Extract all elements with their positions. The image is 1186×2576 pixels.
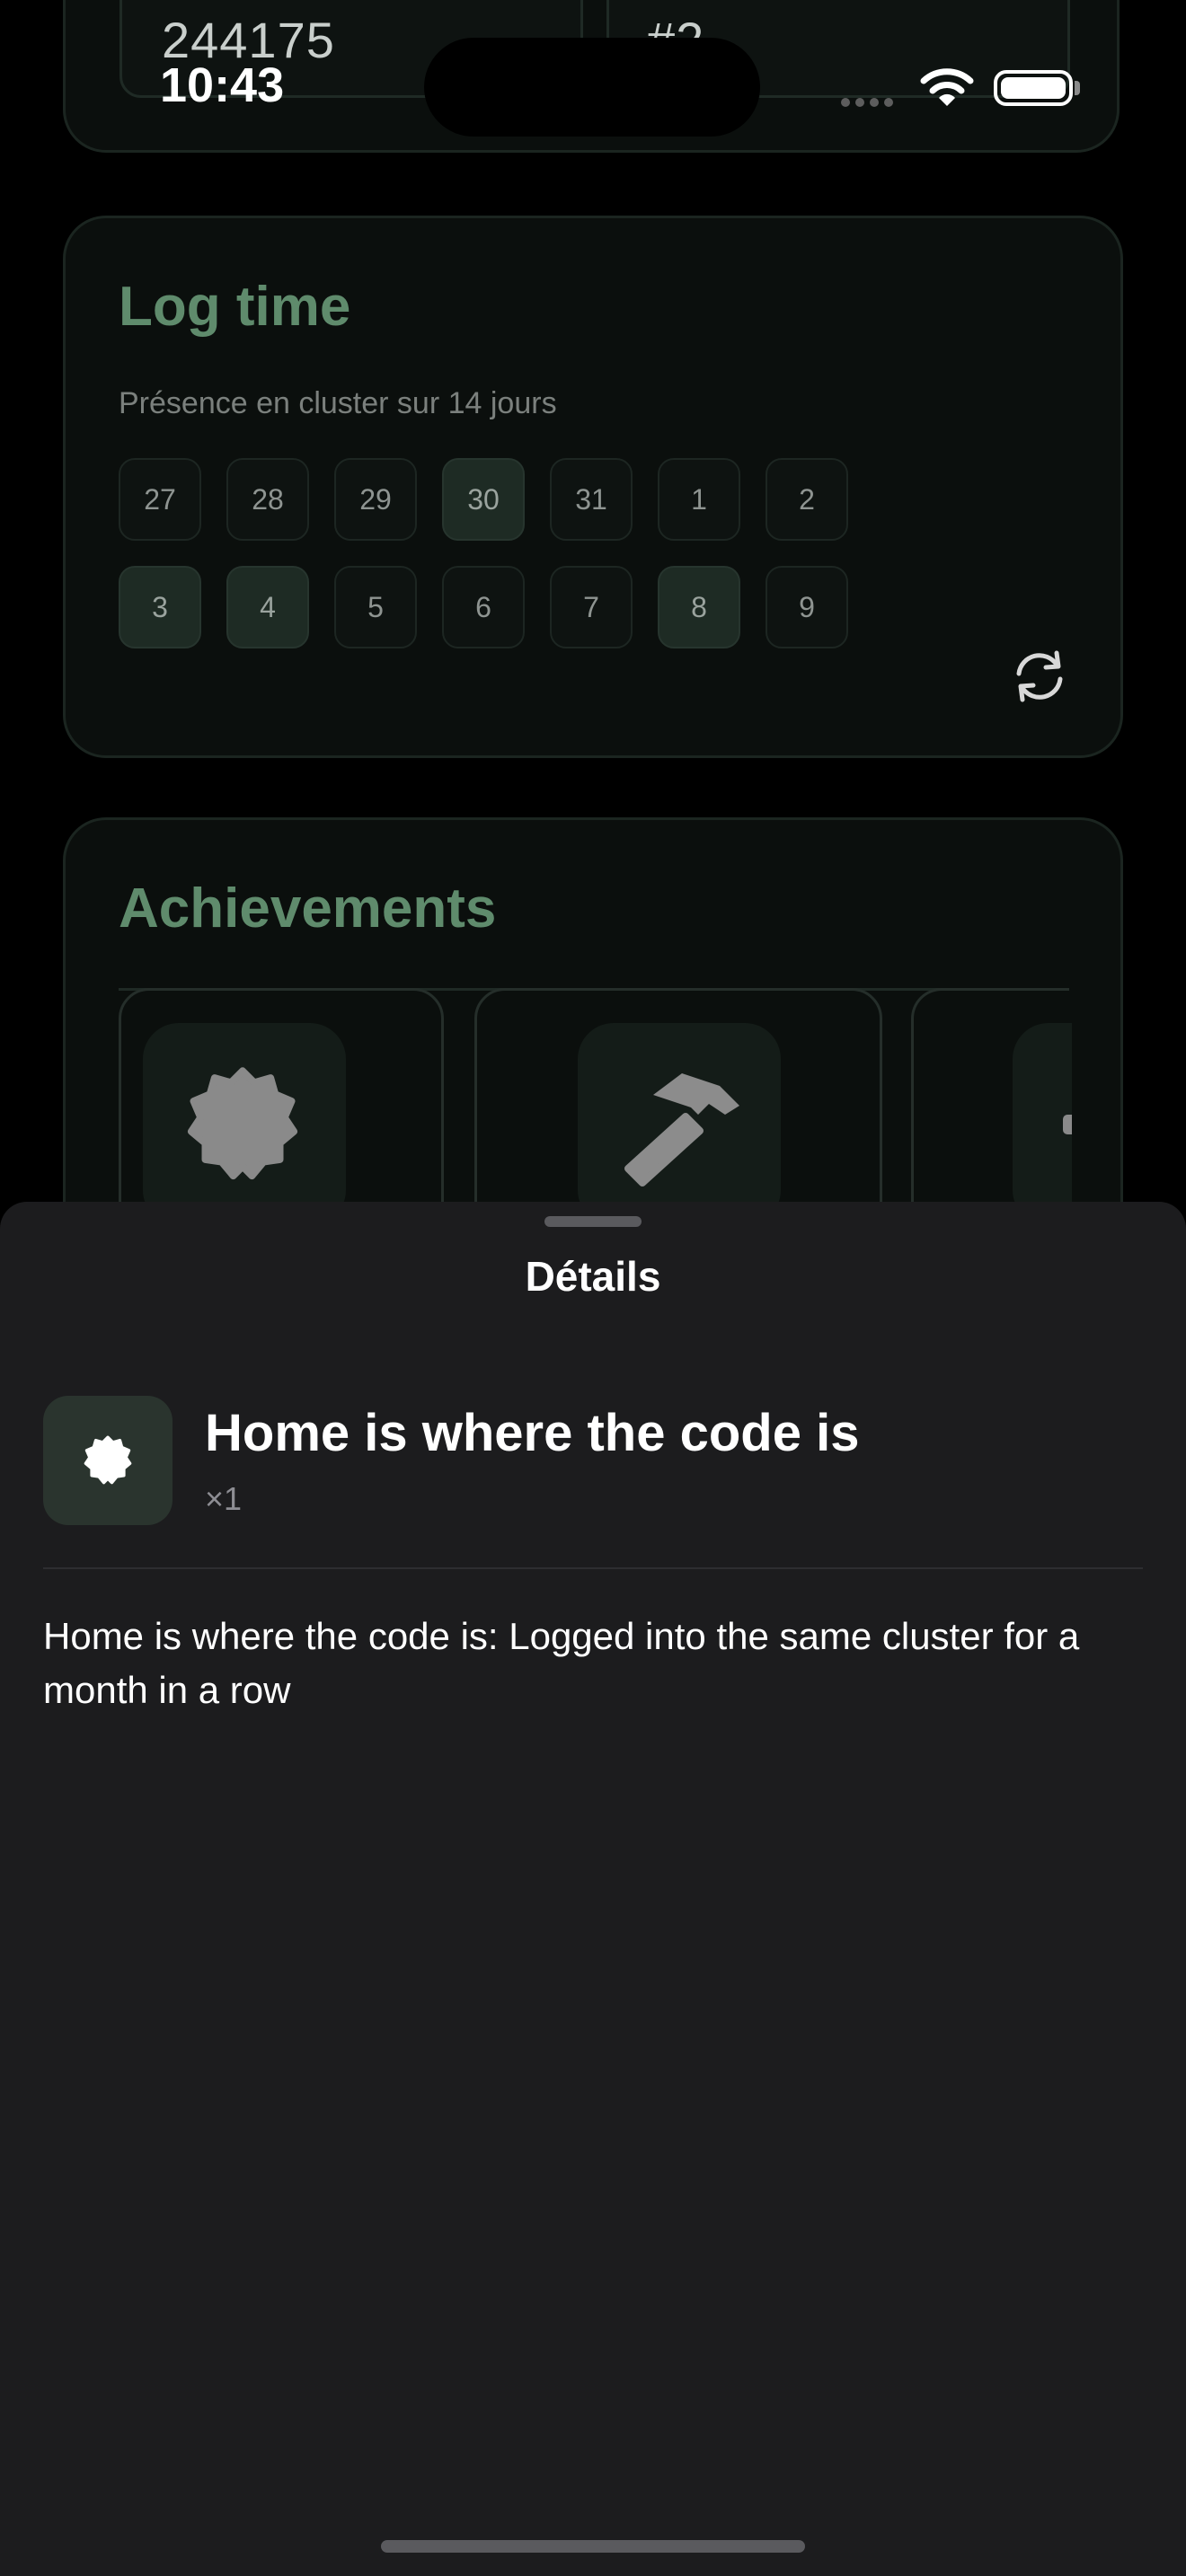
- sheet-grabber[interactable]: [544, 1216, 642, 1227]
- dynamic-island: [424, 38, 760, 137]
- wifi-icon: [920, 68, 974, 106]
- cellular-signal-icon: [841, 95, 898, 111]
- seal-badge-icon: [187, 1067, 298, 1180]
- log-time-title: Log time: [119, 276, 351, 338]
- achievements-title: Achievements: [119, 878, 497, 940]
- day-cell: 9: [766, 566, 848, 648]
- day-cell: 5: [334, 566, 417, 648]
- day-cell: 8: [658, 566, 740, 648]
- day-cell: 31: [550, 458, 633, 541]
- home-indicator[interactable]: [381, 2540, 805, 2553]
- seal-badge-icon: [84, 1435, 132, 1485]
- day-cell: 7: [550, 566, 633, 648]
- hammer-icon: [624, 1073, 739, 1187]
- day-cell: 27: [119, 458, 201, 541]
- status-time: 10:43: [160, 58, 285, 112]
- log-time-subtitle: Présence en cluster sur 14 jours: [119, 386, 557, 420]
- battery-icon: [994, 70, 1073, 106]
- achievement-description: Home is where the code is: Logged into t…: [43, 1615, 1080, 1711]
- sheet-title: Détails: [525, 1253, 661, 1300]
- day-cell: 1: [658, 458, 740, 541]
- day-cell: 30: [442, 458, 525, 541]
- battery-tip: [1075, 81, 1080, 95]
- achievement-name: Home is where the code is: [205, 1404, 860, 1462]
- day-cell: 4: [226, 566, 309, 648]
- refresh-icon[interactable]: [1010, 648, 1069, 704]
- day-cell: 28: [226, 458, 309, 541]
- divider: [43, 1567, 1143, 1569]
- day-cell: 3: [119, 566, 201, 648]
- partial-badge-icon: [1063, 1115, 1072, 1134]
- achievement-count: ×1: [205, 1480, 243, 1517]
- day-cell: 2: [766, 458, 848, 541]
- day-cell: 29: [334, 458, 417, 541]
- day-cell: 6: [442, 566, 525, 648]
